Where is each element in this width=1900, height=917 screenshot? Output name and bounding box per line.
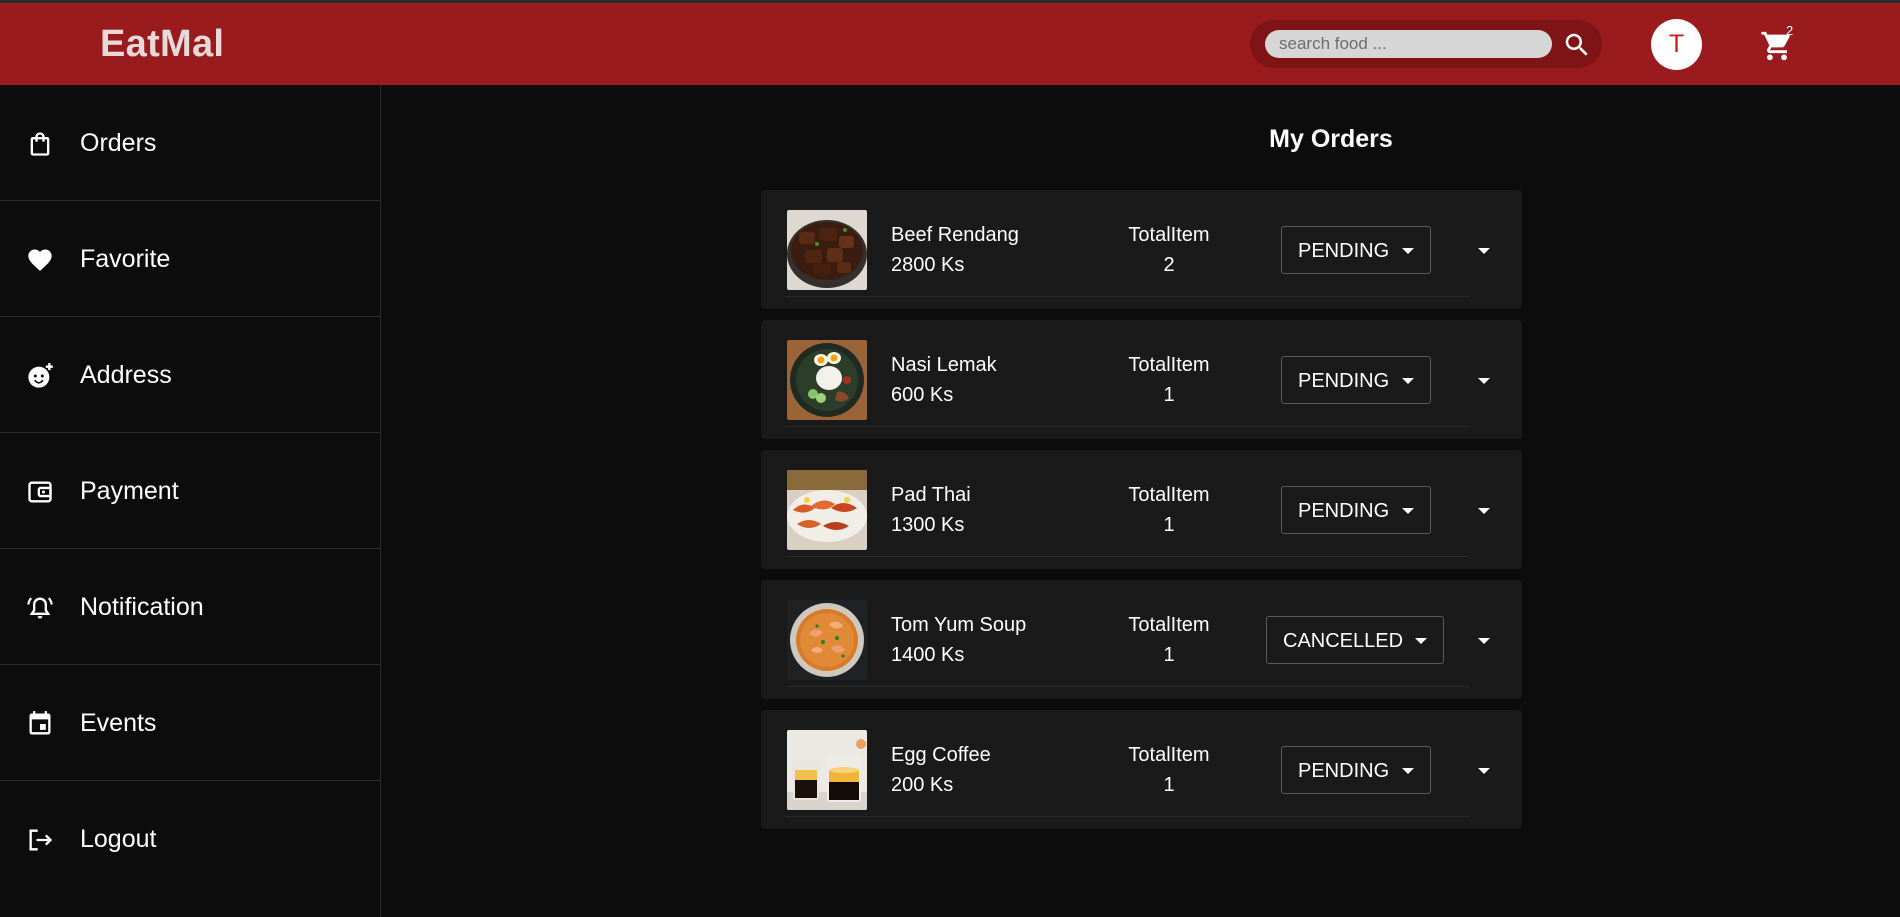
sidebar-item-label: Payment [80,477,179,505]
order-status-select[interactable]: PENDING [1281,356,1431,404]
expand-order-button[interactable] [1475,762,1493,780]
sidebar-item-label: Notification [80,593,204,621]
sidebar-item-label: Address [80,361,172,389]
expand-arrow-icon [1478,378,1490,384]
expand-order-button[interactable] [1475,372,1493,390]
total-item-count: 1 [1163,644,1175,666]
order-status-value: PENDING [1298,370,1390,392]
face-add-icon [28,363,53,388]
sidebar-item-label: Logout [80,825,157,853]
total-item-count: 1 [1163,774,1175,796]
order-price: 2800 Ks [891,254,965,276]
order-card: Egg Coffee 200 Ks TotalItem 1 PENDING [761,710,1522,829]
order-status-value: CANCELLED [1283,630,1404,652]
order-status-select[interactable]: PENDING [1281,226,1431,274]
search-icon [1565,33,1588,56]
order-status-value: PENDING [1298,240,1390,262]
sidebar-item-payment[interactable]: Payment [0,433,380,549]
order-card: Beef Rendang 2800 Ks TotalItem 2 PENDING [761,190,1522,309]
card-divider [785,556,1469,557]
logout-icon [29,829,53,851]
food-image [787,470,867,550]
total-item-label: TotalItem [1128,354,1210,376]
bell-alert-icon [27,597,53,619]
order-status-select[interactable]: PENDING [1281,746,1431,794]
total-item-count: 1 [1163,514,1175,536]
chevron-down-icon [1402,768,1414,774]
nasi-lemak-photo-icon [787,340,867,420]
sidebar-item-events[interactable]: Events [0,665,380,781]
beef-rendang-photo-icon [787,210,867,290]
top-app-bar: EatMal T 2 [0,3,1900,85]
order-price: 1400 Ks [891,644,965,666]
search-bar [1250,20,1602,68]
sidebar-item-notification[interactable]: Notification [0,549,380,665]
sidebar-item-logout[interactable]: Logout [0,781,380,896]
chevron-down-icon [1415,638,1427,644]
main-content: My Orders Beef Rendang 2800 Ks TotalItem… [381,85,1900,917]
order-card: Pad Thai 1300 Ks TotalItem 1 PENDING [761,450,1522,569]
food-image [787,600,867,680]
card-divider [785,686,1469,687]
sidebar-item-label: Events [80,709,157,737]
order-status-value: PENDING [1298,500,1390,522]
total-item-count: 2 [1163,254,1175,276]
order-card: Nasi Lemak 600 Ks TotalItem 1 PENDING [761,320,1522,439]
order-food-name: Egg Coffee [891,744,991,766]
app-logo[interactable]: EatMal [100,23,224,66]
total-item-count: 1 [1163,384,1175,406]
tom-yum-soup-photo-icon [787,600,867,680]
card-divider [785,816,1469,817]
pad-thai-photo-icon [787,470,867,550]
food-image [787,730,867,810]
food-image [787,340,867,420]
order-food-name: Nasi Lemak [891,354,997,376]
expand-arrow-icon [1478,508,1490,514]
total-item-label: TotalItem [1128,484,1210,506]
total-item-label: TotalItem [1128,614,1210,636]
expand-arrow-icon [1478,248,1490,254]
chevron-down-icon [1402,378,1414,384]
order-price: 600 Ks [891,384,954,406]
search-button[interactable] [1562,30,1592,60]
food-image [787,210,867,290]
shopping-bag-icon [30,132,50,156]
search-input[interactable] [1265,30,1552,58]
sidebar-item-label: Favorite [80,245,171,273]
egg-coffee-photo-icon [787,730,867,810]
sidebar-item-orders[interactable]: Orders [0,85,380,201]
heart-icon [28,249,52,271]
order-food-name: Pad Thai [891,484,971,506]
expand-arrow-icon [1478,638,1490,644]
expand-order-button[interactable] [1475,502,1493,520]
chevron-down-icon [1402,508,1414,514]
sidebar-item-address[interactable]: Address [0,317,380,433]
wallet-icon [28,481,52,503]
order-card: Tom Yum Soup 1400 Ks TotalItem 1 CANCELL… [761,580,1522,699]
sidebar-item-label: Orders [80,129,157,157]
order-food-name: Tom Yum Soup [891,614,1027,636]
cart-count-badge: 2 [1786,23,1794,38]
sidebar: Orders Favorite Address Payment Notifica… [0,85,381,917]
expand-order-button[interactable] [1475,632,1493,650]
expand-order-button[interactable] [1475,242,1493,260]
card-divider [785,426,1469,427]
total-item-label: TotalItem [1128,224,1210,246]
order-food-name: Beef Rendang [891,224,1019,246]
order-status-select[interactable]: PENDING [1281,486,1431,534]
sidebar-item-favorite[interactable]: Favorite [0,201,380,317]
card-divider [785,296,1469,297]
user-avatar[interactable]: T [1651,19,1702,70]
chevron-down-icon [1402,248,1414,254]
orders-list: Beef Rendang 2800 Ks TotalItem 2 PENDING [761,190,1522,840]
order-status-value: PENDING [1298,760,1390,782]
total-item-label: TotalItem [1128,744,1210,766]
order-status-select[interactable]: CANCELLED [1266,616,1444,664]
expand-arrow-icon [1478,768,1490,774]
page-title: My Orders [1269,125,1393,153]
calendar-event-icon [29,711,51,735]
order-price: 1300 Ks [891,514,965,536]
order-price: 200 Ks [891,774,954,796]
